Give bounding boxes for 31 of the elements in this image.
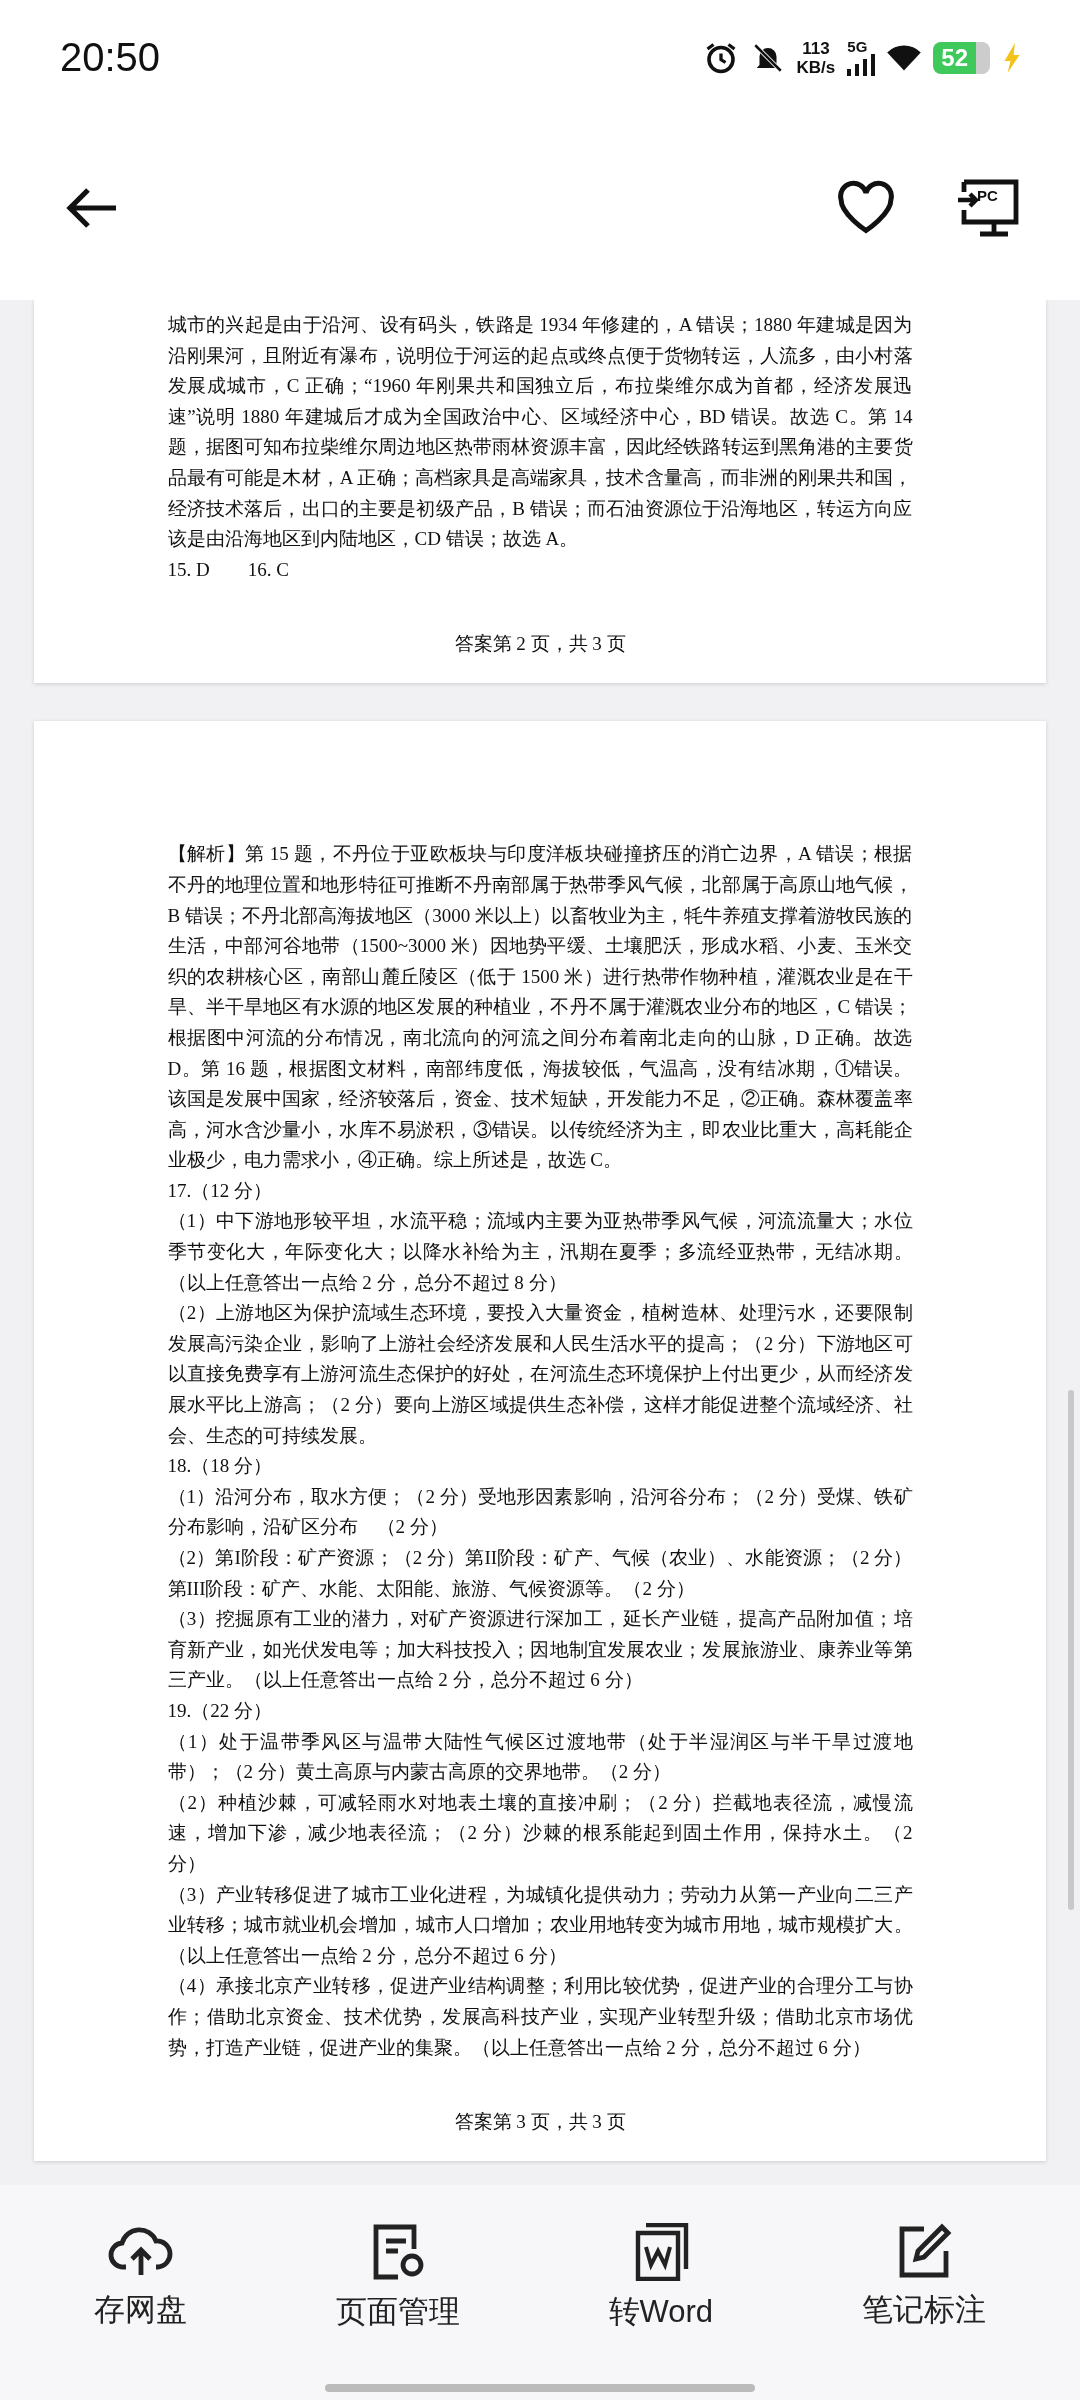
answer-paragraph: （1）中下游地形较平坦，水流平稳；流域内主要为亚热带季风气候，河流流量大；水位季节变化大，年际变化大；以降水补给为主，汛期在夏季；多流经亚热带，无结冰期。（以上任意答出一点给 2 分，总分不超过 8 分） [167,1209,913,1295]
signal-icon [847,54,876,76]
answer-paragraph: （4）承接北京产业转移，促进产业结构调整；利用比较优势，促进产业的合理分工与协作；借助北京资金、技术优势，发展高科技产业，实现产业转型升级；借助北京市场优势，打造产业链，促进产业的集聚。（以上任意答出一点给 2 分，总分不超过 6 分） [167,1974,913,2060]
scrollbar[interactable] [1068,1390,1074,1910]
answer-paragraph: （2）种植沙棘，可减轻雨水对地表土壤的直接冲刷；（2 分）拦截地表径流，减慢流速，增加下渗，减少地表径流；（2 分）沙棘的根系能起到固土作用，保持水土。（2 分） [167,1790,913,1876]
answer-paragraph: （1）沿河分布，取水方便；（2 分）受地形因素影响，沿河谷分布；（2 分）受煤、铁矿分布影响，沿矿区分布 （2 分） [167,1484,913,1540]
answer-paragraph: （1）处于温带季风区与温带大陆性气候区过渡地带（处于半湿润区与半干旱过渡地带）；（2 分）黄土高原与内蒙古高原的交界地带。（2 分） [167,1729,913,1785]
page-footer: 答案第 3 页，共 3 页 [454,2107,626,2138]
battery-level: 52 [933,41,990,74]
answer-paragraph: （3）产业转移促进了城市工业化进程，为城镇化提供动力；劳动力从第一产业向二三产业转移；城市就业机会增加，城市人口增加；农业用地转变为城市用地，城市规模扩大。（以上任意答出一点给 2 分，总分不超过 6 分） [167,1882,913,1968]
answer-paragraph: 【解析】第 15 题，不丹位于亚欧板块与印度洋板块碰撞挤压的消亡边界，A 错误；根据不丹的地理位置和地形特征可推断不丹南部属于热带季风气候，北部属于高原山地气候，B 错误；不丹北部高海拔地区（3000 米以上）以畜牧业为主，牦牛养殖支撑着游牧民族的生活，中部河谷地带（1500~3000 米）因地势平缓、土壤肥沃，形成水稻、小麦、玉米交织的农耕核心区，南部山麓丘陵区（低于 1500 米）进行热带作物种植，灌溉农业是在干旱、半干旱地区有水源的地区发展的种植业，不丹不属于灌溉农业分布的地区，C 错误；根据图中河流的分布情况，南北流向的河流之间分布着南北走向的山脉，D 正确。故选 D。第 16 题，根据图文材料，南部纬度低，海拔较低，气温高，没有结冰期，①错误。该国是发展中国家，经济较落后，资金、技术短缺，开发能力不足，②正确。森林覆盖率高，河水含沙量小，水库不易淤积，③错误。以传统经济为主，即农业比重大，高耗能企业极少，电力需求小，④正确。综上所述是，故选 C。 [167,842,913,1173]
answer-paragraph: 19.（22 分） [167,1698,273,1723]
answer-paragraph: 15. D 16. C [167,557,290,582]
answer-paragraph: （2）第I阶段：矿产资源；（2 分）第II阶段：矿产、气候（农业）、水能资源；（2 分）第III阶段：矿产、水能、太阳能、旅游、气候资源等。（2 分） [167,1546,913,1601]
page-footer: 答案第 2 页，共 3 页 [454,629,626,660]
toolbar-button[interactable]: 转Word [598,2195,724,2341]
wifi-icon [887,43,922,72]
answer-paragraph: 18.（18 分） [167,1454,273,1479]
toolbar-button[interactable]: 页面管理 [325,2195,470,2341]
status-time: 20:50 [60,35,161,80]
answer-paragraph: 城市的兴起是由于沿河、设有码头，铁路是 1934 年修建的，A 错误；1880 年建城是因为沿刚果河，且附近有瀑布，说明位于河运的起点或终点便于货物转运，人流多，由小村落发展成城市，C 正确；“1960 年刚果共和国独立后，布拉柴维尔成为首都，经济发展迅速”说明 1880 年建城后才成为全国政治中心、区域经济中心，BD 错误。故选 C。第 14 题，据图可知布拉柴维尔周边地区热带雨林资源丰富，因此经铁路转运到黑角港的主要货品最有可能是木材，A 正确；高档家具是高端家具，技术含量高，而非洲的刚果共和国，经济技术落后，出口的主要是初级产品，B 错误；而石油资源位于沿海地区，转运方向应该是由沿海地区到内陆地区，CD 错误；故选 A。 [167,313,913,552]
speed-value: 113 [802,38,830,58]
toolbar-button[interactable]: 存网盘 [84,2195,198,2339]
heart-icon[interactable] [836,179,896,236]
speed-unit: KB/s [796,57,836,77]
network-type: 5G [847,39,868,54]
answer-paragraph: （2）上游地区为保护流域生态环境，要投入大量资金，植树造林、处理污水，还要限制发展高污染企业，影响了上游社会经济发展和人民生活水平的提高；（2 分）下游地区可以直接免费享有上游河流生态保护的好处，在河流生态环境保护上付出更少，从而经济发展水平比上游高；（2 分）要向上游区域提供生态补偿，这样才能促进整个流域经济、社会、生态的可持续发展。 [167,1301,913,1448]
answer-paragraph: （3）挖掘原有工业的潜力，对矿产资源进行深加工，延长产业链，提高产品附加值；培育新产业，如光伏发电等；加大科技投入；因地制宜发展农业；发展旅游业、康养业等第三产业。（以上任意答出一点给 2 分，总分不超过 6 分） [167,1607,913,1693]
toolbar-button[interactable]: 笔记标注 [851,2195,996,2339]
answer-paragraph: 17.（12 分） [167,1178,273,1203]
lightning-icon [1002,42,1022,73]
